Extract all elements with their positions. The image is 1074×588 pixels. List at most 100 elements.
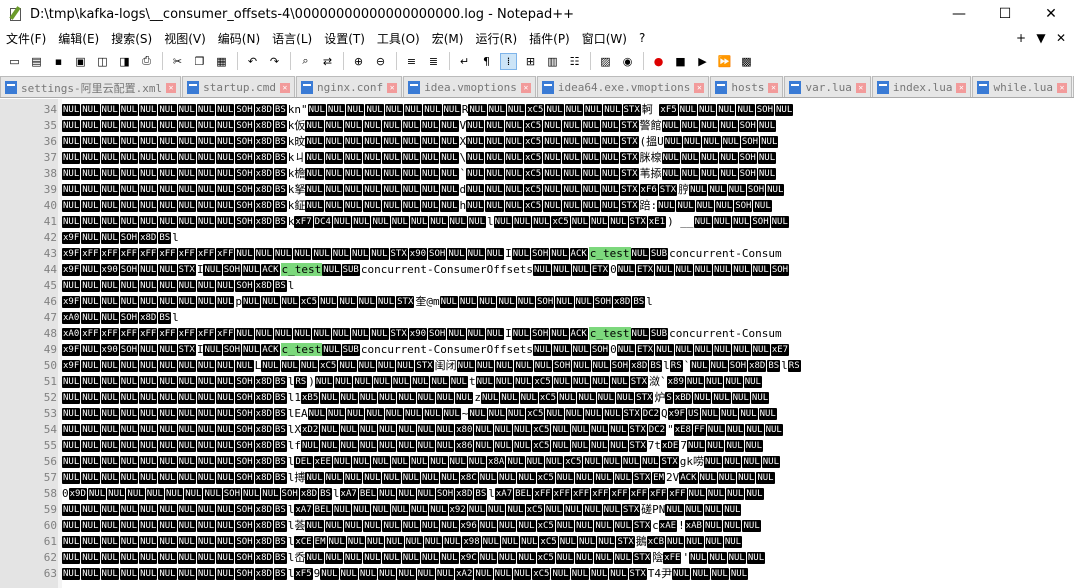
save-macro-icon[interactable]: ▩ bbox=[738, 53, 755, 70]
replace-icon[interactable]: ⇄ bbox=[319, 53, 336, 70]
menu-close-button[interactable]: ✕ bbox=[1050, 28, 1072, 48]
document-tab[interactable]: idea.vmoptions ✕ bbox=[403, 76, 536, 97]
language-icon[interactable]: ⊞ bbox=[522, 53, 539, 70]
close-icon[interactable]: ◫ bbox=[94, 53, 111, 70]
code-line[interactable]: NUL NUL NUL NUL NUL NUL NUL NUL NUL SOH x8D BS k鉦NUL… bbox=[62, 198, 773, 214]
code-line[interactable]: x9F NUL x90 SOH NUL NUL STX INUL SOH NUL ACK c_test… bbox=[62, 262, 790, 278]
redo-icon[interactable]: ↷ bbox=[266, 53, 283, 70]
code-line[interactable]: NUL NUL NUL NUL NUL NUL NUL NUL NUL SOH x8D BS kxF7 D… bbox=[62, 214, 790, 230]
minimize-button[interactable]: — bbox=[936, 0, 982, 28]
find-icon[interactable]: ⌕ bbox=[297, 53, 314, 70]
play-macro-icon[interactable]: ▶ bbox=[694, 53, 711, 70]
code-line[interactable]: NUL NUL NUL NUL NUL NUL NUL NUL NUL SOH x8D BS kn"NU… bbox=[62, 102, 794, 118]
close-button[interactable]: ✕ bbox=[1028, 0, 1074, 28]
save-all-icon[interactable]: ▣ bbox=[72, 53, 89, 70]
code-line[interactable]: NUL NUL NUL NUL NUL NUL NUL NUL NUL SOH x8D BS lxCE E… bbox=[62, 534, 743, 550]
menu-item-8[interactable]: 宏(M) bbox=[426, 30, 470, 47]
menu-plus-button[interactable]: + bbox=[1010, 28, 1032, 48]
code-line[interactable]: NUL NUL NUL NUL NUL NUL NUL NUL NUL SOH x8D BS lDEL x… bbox=[62, 454, 781, 470]
code-line[interactable]: xA0 xFF xFF xFF xFF xFF xFF xFF xFF NUL NUL NUL NUL N… bbox=[62, 326, 782, 342]
code-area[interactable]: NUL NUL NUL NUL NUL NUL NUL NUL NUL SOH x8D BS kn"NU… bbox=[62, 99, 1074, 588]
code-line[interactable]: NUL NUL NUL NUL NUL NUL NUL NUL NUL SOH x8D BS k旼NUL… bbox=[62, 134, 779, 150]
document-tab[interactable]: startup.cmd ✕ bbox=[182, 76, 295, 97]
code-line[interactable]: NUL NUL NUL NUL NUL NUL NUL NUL NUL SOH x8D BS l岙NUL… bbox=[62, 550, 766, 566]
code-line[interactable]: NUL NUL NUL NUL NUL NUL NUL NUL NUL SOH x8D BS lEANU… bbox=[62, 406, 778, 422]
document-tab[interactable]: index.lua ✕ bbox=[871, 76, 972, 97]
open-file-icon[interactable]: ▤ bbox=[28, 53, 45, 70]
code-line[interactable]: x9F NUL NUL NUL NUL NUL NUL NUL NUL pNUL NUL NUL xC5… bbox=[62, 294, 653, 310]
tab-close-icon[interactable]: ✕ bbox=[387, 82, 398, 93]
code-line[interactable]: NUL NUL NUL NUL NUL NUL NUL NUL NUL SOH x8D BS lxF5 9… bbox=[62, 566, 749, 582]
document-tab[interactable]: settings-阿里云配置.xml ✕ bbox=[0, 76, 182, 97]
menu-down-button[interactable]: ▼ bbox=[1030, 28, 1052, 48]
indent-guide-icon[interactable]: ⁞ bbox=[500, 52, 517, 70]
zoom-out-icon[interactable]: ⊖ bbox=[372, 53, 389, 70]
word-wrap-icon[interactable]: ↵ bbox=[456, 53, 473, 70]
menu-item-0[interactable]: 文件(F) bbox=[0, 30, 52, 47]
code-line[interactable]: xA0 NUL NUL SOH x8D BS l bbox=[62, 310, 179, 326]
document-tab[interactable]: nginx.conf ✕ bbox=[295, 76, 403, 97]
menu-item-2[interactable]: 搜索(S) bbox=[105, 30, 158, 47]
title-bar[interactable]: D:\tmp\kafka-logs\__consumer_offsets-4\0… bbox=[0, 0, 1074, 28]
tab-close-icon[interactable]: ✕ bbox=[956, 82, 967, 93]
paste-icon[interactable]: ▦ bbox=[213, 53, 230, 70]
doc-map-icon[interactable]: ▥ bbox=[544, 53, 561, 70]
document-tab[interactable]: hosts ✕ bbox=[710, 76, 784, 97]
play-multiple-icon[interactable]: ⏩ bbox=[716, 53, 733, 70]
tab-close-icon[interactable]: ✕ bbox=[279, 82, 290, 93]
document-tab[interactable]: idea64.exe.vmoptions ✕ bbox=[536, 76, 710, 97]
menu-item-4[interactable]: 编码(N) bbox=[212, 30, 266, 47]
code-line[interactable]: NUL NUL NUL NUL NUL NUL NUL NUL NUL SOH x8D BS l bbox=[62, 278, 294, 294]
monitor-icon[interactable]: ◉ bbox=[619, 53, 636, 70]
sync-vertical-icon[interactable]: ≡ bbox=[403, 53, 420, 70]
code-line[interactable]: 0x9D NUL NUL NUL NUL NUL NUL NUL SOH NUL NUL SOH x8D… bbox=[62, 486, 765, 502]
menu-item-5[interactable]: 语言(L) bbox=[266, 30, 318, 47]
menu-item-12[interactable]: ? bbox=[633, 31, 651, 45]
code-line[interactable]: NUL NUL NUL NUL NUL NUL NUL NUL NUL SOH x8D BS kㄐNUL… bbox=[62, 150, 777, 166]
editor-area[interactable]: 34 35 36 37 38 39 40 41 42 43 44 45 46 47 48 49 50 51 52 53… bbox=[0, 99, 1074, 588]
code-line[interactable]: NUL NUL NUL NUL NUL NUL NUL NUL NUL SOH x8D BS k檐NUL… bbox=[62, 166, 777, 182]
stop-macro-icon[interactable]: ■ bbox=[672, 53, 689, 70]
folder-workspace-icon[interactable]: ▨ bbox=[597, 53, 614, 70]
zoom-in-icon[interactable]: ⊕ bbox=[350, 53, 367, 70]
code-line[interactable]: NUL NUL NUL NUL NUL NUL NUL NUL NUL SOH x8D BS k拏NUL… bbox=[62, 182, 785, 198]
close-all-icon[interactable]: ◨ bbox=[116, 53, 133, 70]
code-line[interactable]: NUL NUL NUL NUL NUL NUL NUL NUL NUL SOH x8D BS lxA7 B… bbox=[62, 502, 742, 518]
tab-close-icon[interactable]: ✕ bbox=[855, 82, 866, 93]
sync-horizontal-icon[interactable]: ≣ bbox=[425, 53, 442, 70]
tab-close-icon[interactable]: ✕ bbox=[166, 82, 177, 93]
code-line[interactable]: NUL NUL NUL NUL NUL NUL NUL NUL NUL SOH x8D BS lRS)N… bbox=[62, 374, 763, 390]
function-list-icon[interactable]: ☷ bbox=[566, 53, 583, 70]
code-line[interactable]: NUL NUL NUL NUL NUL NUL NUL NUL NUL SOH x8D BS l荟NUL… bbox=[62, 518, 762, 534]
code-line[interactable]: NUL NUL NUL NUL NUL NUL NUL NUL NUL SOH x8D BS lXxD2… bbox=[62, 422, 784, 438]
menu-item-9[interactable]: 运行(R) bbox=[469, 30, 523, 47]
tab-close-icon[interactable]: ✕ bbox=[768, 82, 779, 93]
menu-item-1[interactable]: 编辑(E) bbox=[52, 30, 105, 47]
code-line[interactable]: NUL NUL NUL NUL NUL NUL NUL NUL NUL SOH x8D BS lfNUL… bbox=[62, 438, 764, 454]
code-line[interactable]: x9F NUL x90 SOH NUL NUL STX INUL SOH NUL ACK c_test… bbox=[62, 342, 790, 358]
code-line[interactable]: NUL NUL NUL NUL NUL NUL NUL NUL NUL SOH x8D BS l1xB5… bbox=[62, 390, 770, 406]
tab-close-icon[interactable]: ✕ bbox=[520, 82, 531, 93]
tab-close-icon[interactable]: ✕ bbox=[694, 82, 705, 93]
menu-item-10[interactable]: 插件(P) bbox=[523, 30, 576, 47]
show-all-chars-icon[interactable]: ¶ bbox=[478, 53, 495, 70]
menu-item-3[interactable]: 视图(V) bbox=[158, 30, 212, 47]
document-tab[interactable]: var.lua ✕ bbox=[784, 76, 871, 97]
new-file-icon[interactable]: ▭ bbox=[6, 53, 23, 70]
document-tab[interactable]: while.lua ✕ bbox=[972, 76, 1073, 97]
menu-item-6[interactable]: 设置(T) bbox=[318, 30, 371, 47]
tab-close-icon[interactable]: ✕ bbox=[1057, 82, 1068, 93]
undo-icon[interactable]: ↶ bbox=[244, 53, 261, 70]
code-line[interactable]: x9F NUL NUL SOH x8D BS l bbox=[62, 230, 179, 246]
record-macro-icon[interactable]: ● bbox=[650, 53, 667, 70]
menu-item-7[interactable]: 工具(O) bbox=[371, 30, 426, 47]
copy-icon[interactable]: ❐ bbox=[191, 53, 208, 70]
menu-item-11[interactable]: 窗口(W) bbox=[576, 30, 633, 47]
save-icon[interactable]: ▪ bbox=[50, 53, 67, 70]
cut-icon[interactable]: ✂ bbox=[169, 53, 186, 70]
maximize-button[interactable]: ☐ bbox=[982, 0, 1028, 28]
code-line[interactable]: NUL NUL NUL NUL NUL NUL NUL NUL NUL SOH x8D BS k仮NUL… bbox=[62, 118, 777, 134]
print-icon[interactable]: ⎙ bbox=[138, 53, 155, 70]
code-line[interactable]: x9F xFF xFF xFF xFF xFF xFF xFF xFF NUL NUL NUL NUL N… bbox=[62, 246, 782, 262]
code-line[interactable]: NUL NUL NUL NUL NUL NUL NUL NUL NUL SOH x8D BS l搏NUL… bbox=[62, 470, 776, 486]
